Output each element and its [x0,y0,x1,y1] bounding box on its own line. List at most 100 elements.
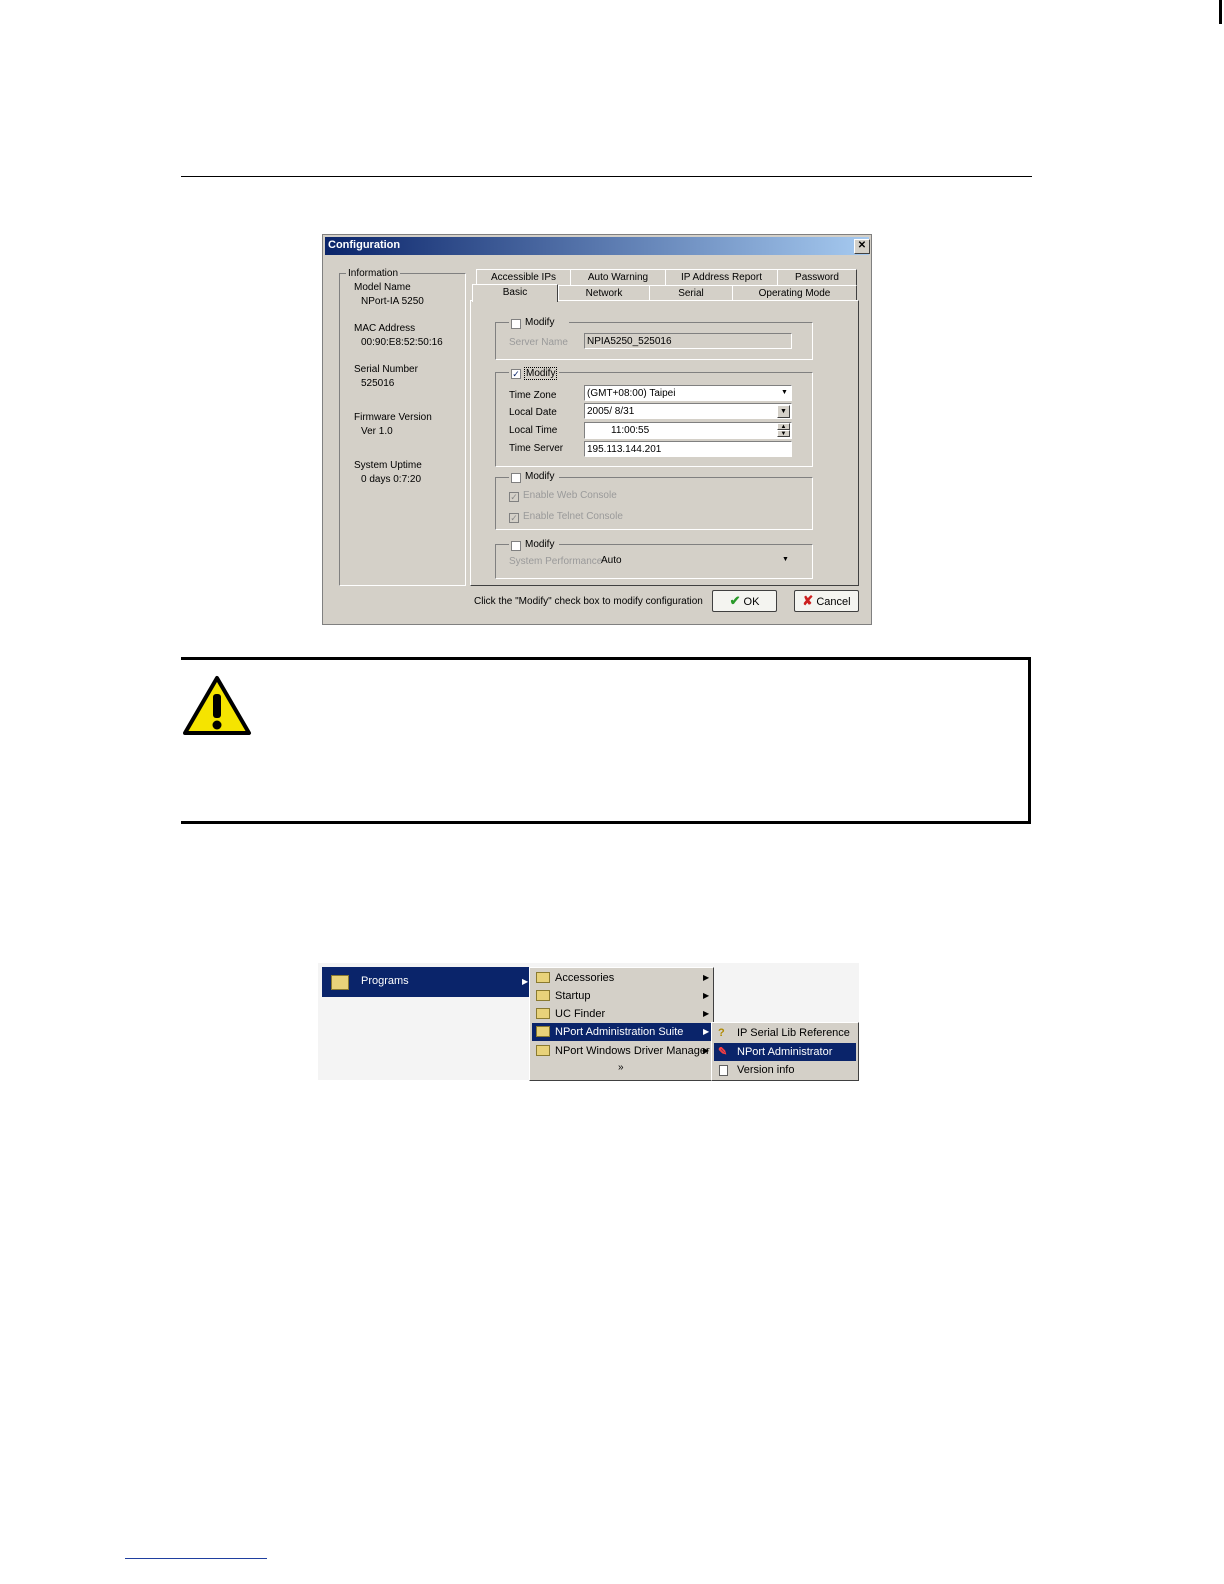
mac-value: 00:90:E8:52:50:16 [361,337,443,348]
firmware-value: Ver 1.0 [361,426,393,437]
modify-checkbox-1[interactable] [511,319,521,329]
tab-network[interactable]: Network [558,285,650,301]
menu-item-accessories[interactable]: Accessories ▶ [532,969,711,987]
tab-password[interactable]: Password [777,269,857,285]
firmware-label: Firmware Version [354,412,432,423]
menu-item-uc-finder[interactable]: UC Finder ▶ [532,1005,711,1023]
attention-box [181,657,1031,824]
local-time-label: Local Time [509,425,558,436]
close-button[interactable]: ✕ [854,239,870,254]
tab-basic[interactable]: Basic [472,284,558,302]
menu-item-nport-windows-driver-manager[interactable]: NPort Windows Driver Manager ▶ [532,1042,711,1060]
submenu-arrow-icon: ▶ [703,1046,710,1055]
cancel-x-icon: ✘ [802,593,814,608]
information-title: Information [346,268,401,279]
server-name-label: Server Name [509,337,568,348]
nport-administrator-icon: ✎ [718,1046,728,1058]
web-console-label: Enable Web Console [523,490,617,501]
menu-item-label: Accessories [555,972,615,984]
basic-tab-panel: Modify Server Name NPIA5250_525016 ✓ Mod… [470,300,859,586]
serial-label: Serial Number [354,364,418,375]
local-date-value: 2005/ 8/31 [587,406,635,417]
local-date-field[interactable]: 2005/ 8/31 ▼ [584,403,792,419]
serial-value: 525016 [361,378,395,389]
modify-checkbox-2[interactable]: ✓ [511,369,521,379]
performance-label: System Performance [509,556,603,567]
time-server-field[interactable]: 195.113.144.201 [584,441,792,457]
submenu-arrow-icon: ▶ [703,973,710,982]
folder-icon [536,1008,550,1019]
menu-item-label: UC Finder [555,1008,606,1020]
time-zone-label: Time Zone [509,390,557,401]
menu-item-ip-serial-lib-reference[interactable]: ? IP Serial Lib Reference [714,1024,856,1042]
modify-label-3: Modify [525,471,555,482]
web-console-checkbox[interactable]: ✓ [509,492,519,502]
menu-item-nport-administrator[interactable]: ✎ NPort Administrator [714,1043,856,1061]
modify-label-2: Modify [524,367,558,380]
tab-serial[interactable]: Serial [649,285,733,301]
chevron-down-icon[interactable]: ▼ [782,556,789,563]
time-zone-value: (GMT+08:00) Taipei [587,388,676,399]
performance-value[interactable]: Auto [601,555,622,566]
expand-chevron-icon[interactable]: » [618,1062,624,1073]
tab-operating-mode[interactable]: Operating Mode [732,285,857,301]
uptime-label: System Uptime [354,460,422,471]
telnet-console-checkbox[interactable]: ✓ [509,513,519,523]
help-icon: ? [718,1027,725,1039]
spin-up-icon[interactable]: ▲ [777,423,790,430]
suite-submenu: ? IP Serial Lib Reference ✎ NPort Admini… [711,1022,859,1081]
submenu-arrow-icon: ▶ [703,1027,710,1036]
checkmark-icon: ✓ [510,492,518,502]
menu-item-label: NPort Windows Driver Manager [555,1045,710,1057]
modify-checkbox-4[interactable] [511,541,521,551]
console-group [495,477,813,530]
time-server-label: Time Server [509,443,564,454]
submenu-arrow-icon: ▶ [703,1009,710,1018]
local-time-field[interactable]: 11:00:55 ▲ ▼ [584,422,792,439]
cancel-button[interactable]: ✘ Cancel [794,590,859,612]
uptime-value: 0 days 0:7:20 [361,474,422,485]
tab-accessible-ips[interactable]: Accessible IPs [476,269,571,285]
local-date-label: Local Date [509,407,557,418]
local-time-value: 11:00:55 [611,425,650,436]
check-icon: ✔ [729,593,741,608]
menu-item-version-info[interactable]: Version info [714,1061,856,1079]
information-panel: Information Model Name NPort-IA 5250 MAC… [339,268,466,586]
dialog-title: Configuration [328,239,401,251]
hint-text: Click the "Modify" check box to modify c… [474,596,703,607]
menu-item-startup[interactable]: Startup ▶ [532,987,711,1005]
folder-icon [536,1026,550,1037]
programs-menu-item[interactable]: Programs ▶ [322,967,529,997]
footer-link-underline [125,1558,267,1559]
programs-folder-icon [331,975,349,990]
modify-checkbox-3[interactable] [511,473,521,483]
folder-icon [536,1045,550,1056]
telnet-console-label: Enable Telnet Console [523,511,623,522]
chevron-down-icon[interactable]: ▼ [777,405,790,418]
menu-item-label: NPort Administrator [737,1046,833,1058]
checkmark-icon: ✓ [510,513,518,523]
modify-label-4: Modify [525,539,555,550]
submenu-arrow-icon: ▶ [522,977,529,986]
configuration-dialog: Configuration ✕ Information Model Name N… [322,234,872,625]
folder-icon [536,990,550,1001]
time-zone-select[interactable]: (GMT+08:00) Taipei ▼ [584,385,792,401]
page-edge-mark [1219,0,1222,24]
menu-item-label: Startup [555,990,591,1002]
ok-button[interactable]: ✔ OK [712,590,777,612]
close-icon: ✕ [857,240,867,251]
spin-down-icon[interactable]: ▼ [777,430,790,437]
server-name-field[interactable]: NPIA5250_525016 [584,333,792,349]
dialog-titlebar: Configuration ✕ [325,237,870,255]
tab-auto-warning[interactable]: Auto Warning [570,269,666,285]
menu-item-label: Version info [737,1064,795,1076]
ok-label: OK [743,596,760,608]
menu-item-label: IP Serial Lib Reference [737,1027,850,1039]
menu-item-nport-administration-suite[interactable]: NPort Administration Suite ▶ [532,1023,711,1041]
programs-submenu: Accessories ▶ Startup ▶ UC Finder ▶ NPor… [529,967,714,1081]
model-name-value: NPort-IA 5250 [361,296,424,307]
cancel-label: Cancel [816,596,851,608]
header-rule [181,176,1032,177]
chevron-down-icon: ▼ [778,387,791,400]
tab-ip-address-report[interactable]: IP Address Report [665,269,778,285]
